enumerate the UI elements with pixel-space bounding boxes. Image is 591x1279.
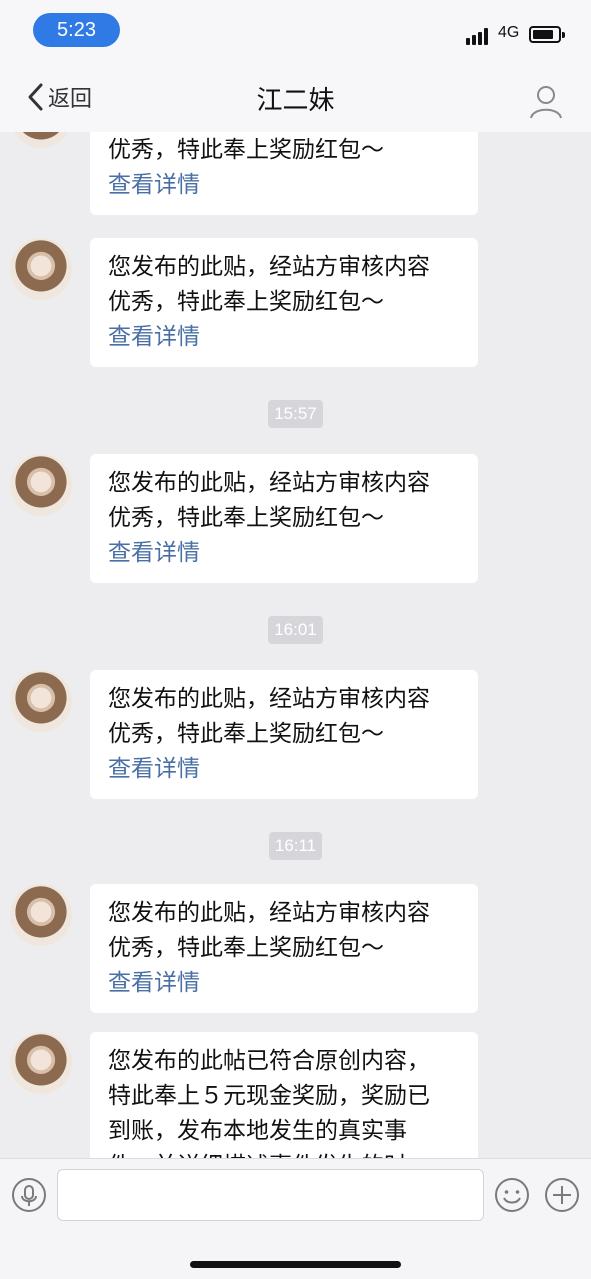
message-input[interactable]: [57, 1169, 484, 1221]
message-bubble[interactable]: 您发布的此贴，经站方审核内容 优秀，特此奉上奖励红包～ 查看详情: [90, 454, 478, 583]
view-details-link[interactable]: 查看详情: [108, 536, 460, 571]
timestamp-label: 15:57: [268, 400, 323, 428]
view-details-link[interactable]: 查看详情: [108, 966, 460, 1001]
message-text: 您发布的此贴，经站方审核内容 优秀，特此奉上奖励红包～: [108, 137, 384, 163]
timestamp: 15:57: [0, 400, 591, 428]
timestamp-label: 16:01: [268, 616, 323, 644]
timestamp: 16:11: [0, 832, 591, 860]
message-bubble[interactable]: 您发布的此贴，经站方审核内容 优秀，特此奉上奖励红包～ 查看详情: [90, 670, 478, 799]
avatar[interactable]: [10, 884, 72, 946]
view-details-link[interactable]: 查看详情: [108, 320, 460, 355]
nav-bar: 返回 江二妹: [0, 62, 591, 132]
home-area: [0, 1234, 591, 1279]
home-indicator[interactable]: [190, 1261, 401, 1268]
profile-icon[interactable]: [527, 82, 565, 120]
message-text: 您发布的此贴，经站方审核内容 优秀，特此奉上奖励红包～: [108, 686, 430, 747]
plus-icon[interactable]: [544, 1177, 580, 1213]
chat-list[interactable]: 您发布的此贴，经站方审核内容 优秀，特此奉上奖励红包～查看详情您发布的此贴，经站…: [0, 132, 591, 1158]
avatar[interactable]: [10, 132, 72, 148]
emoji-icon[interactable]: [494, 1177, 530, 1213]
input-bar: [0, 1158, 591, 1234]
avatar[interactable]: [10, 454, 72, 516]
message-bubble[interactable]: 您发布的此帖已符合原创内容， 特此奉上５元现金奖励，奖励已 到账，发布本地发生的…: [90, 1032, 478, 1158]
message-text: 您发布的此贴，经站方审核内容 优秀，特此奉上奖励红包～: [108, 470, 430, 531]
signal-icon: [466, 27, 492, 45]
message-text: 您发布的此贴，经站方审核内容 优秀，特此奉上奖励红包～: [108, 900, 430, 961]
status-bar: 5:23 4G: [0, 0, 591, 62]
battery-icon: [529, 26, 565, 43]
view-details-link[interactable]: 查看详情: [108, 752, 460, 787]
message-bubble[interactable]: 您发布的此贴，经站方审核内容 优秀，特此奉上奖励红包～ 查看详情: [90, 238, 478, 367]
status-time: 5:23: [33, 13, 120, 47]
message-bubble[interactable]: 您发布的此贴，经站方审核内容 优秀，特此奉上奖励红包～ 查看详情: [90, 884, 478, 1013]
message-text: 您发布的此帖已符合原创内容， 特此奉上５元现金奖励，奖励已 到账，发布本地发生的…: [108, 1048, 430, 1158]
avatar[interactable]: [10, 238, 72, 300]
message-bubble[interactable]: 您发布的此贴，经站方审核内容 优秀，特此奉上奖励红包～ 查看详情: [90, 132, 478, 215]
microphone-icon[interactable]: [11, 1177, 47, 1213]
network-type: 4G: [498, 24, 520, 41]
timestamp-label: 16:11: [268, 832, 323, 860]
avatar[interactable]: [10, 1032, 72, 1094]
timestamp: 16:01: [0, 616, 591, 644]
message-text: 您发布的此贴，经站方审核内容 优秀，特此奉上奖励红包～: [108, 254, 430, 315]
avatar[interactable]: [10, 670, 72, 732]
view-details-link[interactable]: 查看详情: [108, 168, 460, 203]
page-title: 江二妹: [256, 86, 335, 116]
